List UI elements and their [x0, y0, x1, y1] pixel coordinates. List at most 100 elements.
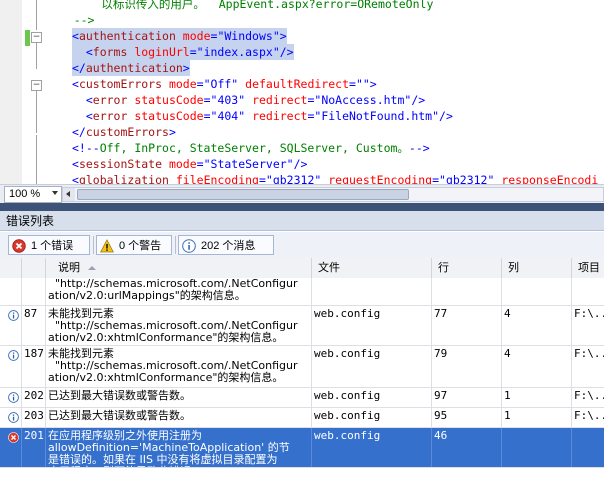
- code-token: "index.aspx": [196, 45, 280, 59]
- code-token: statusCode: [127, 109, 204, 123]
- row-num-cell: 202: [22, 388, 46, 407]
- code-token: requestEncoding: [321, 173, 433, 184]
- row-desc-cell: 已达到最大错误数或警告数。: [46, 388, 312, 407]
- code-token: redirect: [245, 109, 308, 123]
- header-number-column[interactable]: [22, 258, 46, 278]
- code-token: "403": [210, 93, 246, 107]
- code-token: />: [293, 157, 308, 171]
- row-desc-cell: 未能找到元素 "http://schemas.microsoft.com/.Ne…: [46, 306, 312, 345]
- header-line-label: 行: [438, 261, 449, 274]
- row-desc-cell: "http://schemas.microsoft.com/.NetConfig…: [46, 278, 312, 305]
- collapse-icon[interactable]: −: [31, 80, 42, 91]
- row-proj-cell: F:\...: [572, 346, 604, 387]
- row-file-cell: web.config: [312, 346, 432, 387]
- error-icon: [12, 239, 26, 253]
- row-col-cell: 4: [502, 306, 572, 345]
- panel-splitter[interactable]: [0, 203, 604, 211]
- row-proj-cell: [572, 428, 604, 467]
- error-list-rows[interactable]: "http://schemas.microsoft.com/.NetConfig…: [0, 278, 604, 486]
- header-project[interactable]: 项目: [572, 258, 604, 278]
- row-num-cell: 87: [22, 306, 46, 345]
- row-col-cell: [502, 278, 572, 305]
- code-token: <: [72, 157, 79, 171]
- code-token: <: [72, 45, 93, 59]
- row-proj-cell: F:\...: [572, 388, 604, 407]
- code-token: <: [72, 109, 93, 123]
- chevron-down-icon: [52, 191, 58, 195]
- code-token: forms: [92, 45, 128, 59]
- fold-line: [36, 135, 37, 184]
- code-token: <!--: [72, 141, 100, 155]
- error-list-row[interactable]: 201 在应用程序级别之外使用注册为 allowDefinition='Machi…: [0, 428, 604, 468]
- code-token: fileEncoding: [168, 173, 259, 184]
- code-token: />: [411, 93, 426, 107]
- code-token: </: [72, 61, 86, 75]
- header-description[interactable]: 说明: [46, 258, 312, 278]
- messages-filter-button[interactable]: 202 个消息: [178, 235, 274, 255]
- row-file-cell: web.config: [312, 428, 432, 467]
- code-token: >: [279, 29, 287, 43]
- code-line[interactable]: <error statusCode="404" redirect="FileNo…: [72, 108, 453, 124]
- code-token: defaultRedirect: [238, 77, 349, 91]
- row-col-cell: [502, 428, 572, 467]
- code-token: >: [168, 125, 176, 139]
- header-description-label: 说明: [58, 261, 80, 274]
- error-list-row[interactable]: 87 未能找到元素 "http://schemas.microsoft.com/.…: [0, 306, 604, 346]
- code-token: />: [279, 45, 294, 59]
- code-line[interactable]: </authentication>: [72, 60, 190, 76]
- zoom-dropdown[interactable]: 100 %: [4, 186, 62, 203]
- header-line[interactable]: 行: [432, 258, 502, 278]
- code-editor[interactable]: − − 以标识传入的用户。 AppEvent.aspx?error=ORemot…: [0, 0, 604, 184]
- code-token: error: [92, 109, 128, 123]
- code-line[interactable]: </customErrors>: [72, 124, 176, 140]
- header-file[interactable]: 文件: [312, 258, 432, 278]
- code-line[interactable]: <customErrors mode="Off" defaultRedirect…: [72, 76, 377, 92]
- header-column[interactable]: 列: [502, 258, 572, 278]
- row-proj-cell: [572, 278, 604, 305]
- row-num-cell: 203: [22, 408, 46, 427]
- info-icon: [8, 310, 19, 321]
- code-token: =: [203, 93, 211, 107]
- code-token: "Windows": [217, 29, 280, 43]
- error-list-row[interactable]: "http://schemas.microsoft.com/.NetConfig…: [0, 278, 604, 306]
- toolbar-separator: [175, 236, 176, 254]
- error-list-row[interactable]: 203已达到最大错误数或警告数。web.config951F:\...: [0, 408, 604, 428]
- code-token: =: [189, 45, 197, 59]
- code-line[interactable]: <forms loginUrl="index.aspx"/>: [72, 44, 294, 60]
- code-token: mode: [175, 29, 211, 43]
- row-icon-cell: [0, 428, 22, 467]
- code-line[interactable]: <sessionState mode="StateServer"/>: [72, 156, 307, 172]
- sort-ascending-icon: [88, 266, 96, 270]
- code-token: =: [196, 157, 204, 171]
- code-token: <: [72, 173, 79, 184]
- horizontal-scrollbar[interactable]: [62, 187, 604, 202]
- code-token: 以标识传入的用户。 AppEvent.aspx?error=ORemoteOnl…: [46, 0, 434, 11]
- code-token: "gb2312": [265, 173, 322, 184]
- error-list-row[interactable]: 202已达到最大错误数或警告数。web.config971F:\...: [0, 388, 604, 408]
- code-token: "gb2312": [439, 173, 495, 184]
- errors-count-label: 1 个错误: [31, 240, 74, 252]
- code-line[interactable]: <!--Off, InProc, StateServer, SQLServer,…: [72, 140, 430, 156]
- row-file-cell: web.config: [312, 408, 432, 427]
- collapse-icon[interactable]: −: [31, 32, 42, 43]
- warnings-filter-button[interactable]: 0 个警告: [96, 235, 172, 255]
- editor-margin: [0, 0, 22, 184]
- code-line[interactable]: -->: [46, 12, 95, 28]
- code-token: "NoAccess.htm": [314, 93, 412, 107]
- row-num-cell: 187: [22, 346, 46, 387]
- code-token: loginUrl: [127, 45, 190, 59]
- code-token: mode: [162, 77, 197, 91]
- code-line[interactable]: 以标识传入的用户。 AppEvent.aspx?error=ORemoteOnl…: [46, 0, 433, 12]
- scroll-left-icon[interactable]: [63, 188, 75, 201]
- header-icon-column[interactable]: [0, 258, 22, 278]
- error-list-row[interactable]: 187 未能找到元素 "http://schemas.microsoft.com/…: [0, 346, 604, 388]
- row-num-cell: [22, 278, 46, 305]
- code-token: >: [369, 77, 377, 91]
- scrollbar-thumb[interactable]: [77, 189, 409, 200]
- code-line[interactable]: <authentication mode="Windows">: [72, 28, 287, 44]
- code-line[interactable]: <error statusCode="403" redirect="NoAcce…: [72, 92, 425, 108]
- row-file-cell: web.config: [312, 306, 432, 345]
- errors-filter-button[interactable]: 1 个错误: [8, 235, 90, 255]
- code-line[interactable]: <globalization fileEncoding="gb2312" req…: [72, 172, 598, 184]
- code-token: sessionState: [78, 157, 163, 171]
